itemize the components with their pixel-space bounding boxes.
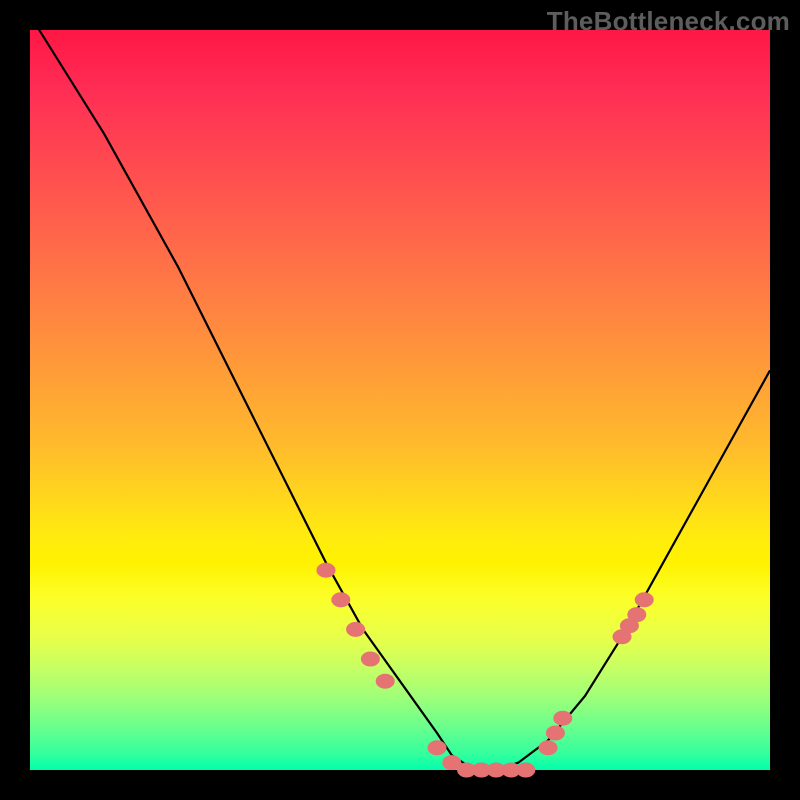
data-marker [376, 674, 394, 688]
data-marker [546, 726, 564, 740]
data-marker [332, 593, 350, 607]
data-marker [554, 711, 572, 725]
data-marker [517, 763, 535, 777]
data-marker [635, 593, 653, 607]
data-marker [428, 741, 446, 755]
data-marker [317, 563, 335, 577]
bottleneck-curve [30, 15, 770, 770]
data-marker [361, 652, 379, 666]
chart-overlay [30, 30, 770, 770]
watermark-text: TheBottleneck.com [547, 6, 790, 37]
data-markers [317, 563, 653, 777]
data-marker [628, 608, 646, 622]
data-marker [539, 741, 557, 755]
chart-frame: TheBottleneck.com [0, 0, 800, 800]
data-marker [347, 622, 365, 636]
